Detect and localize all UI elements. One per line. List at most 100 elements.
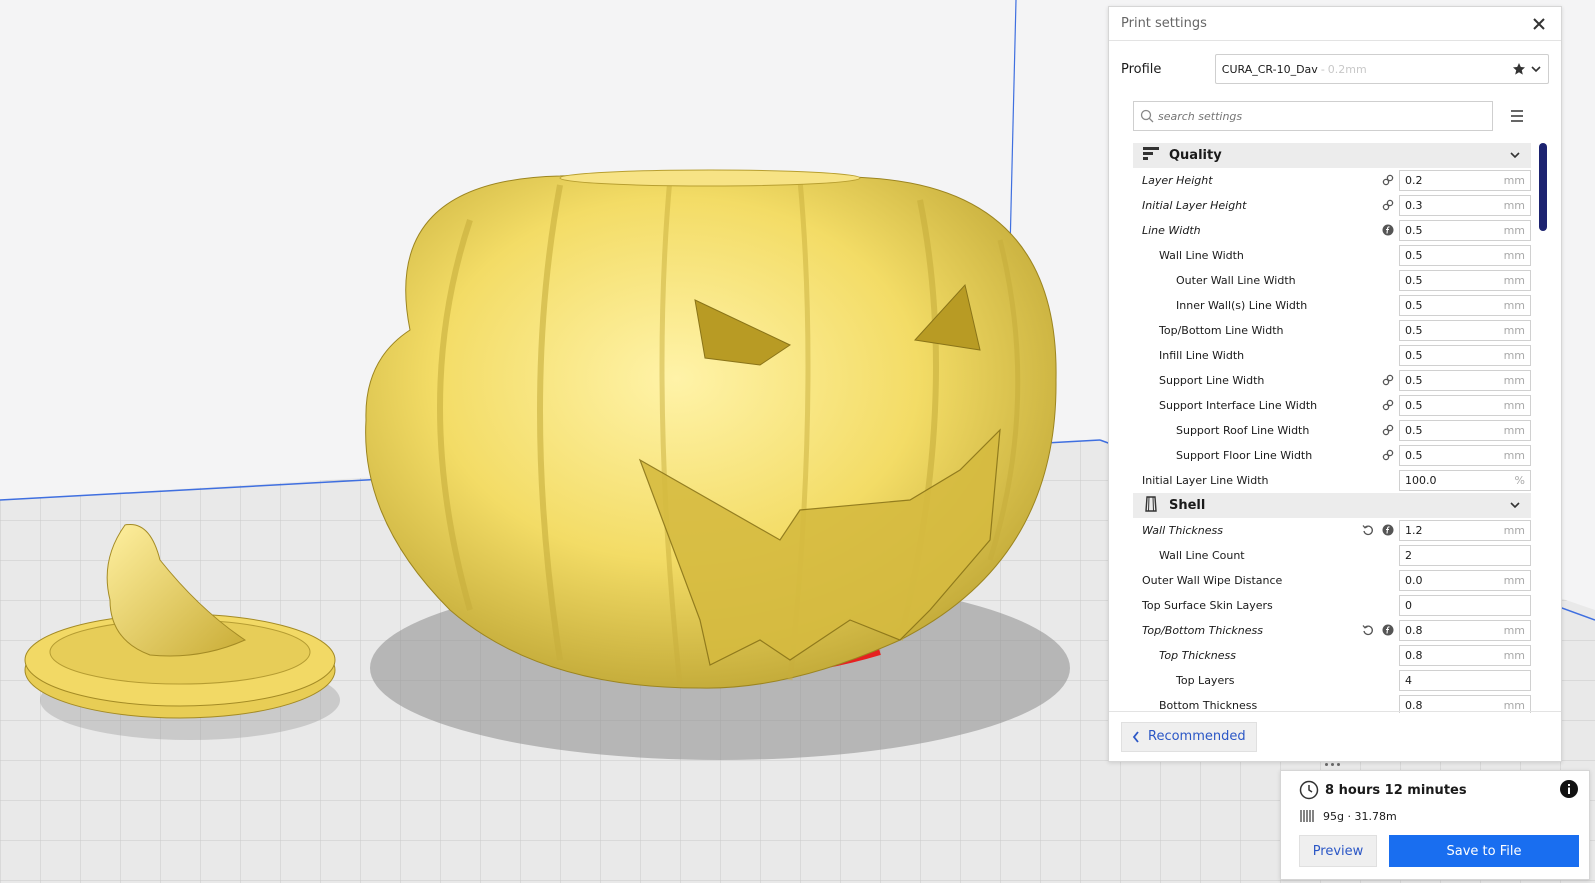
search-field[interactable] bbox=[1133, 101, 1493, 131]
clock-icon bbox=[1299, 780, 1319, 800]
setting-unit: mm bbox=[1503, 574, 1525, 587]
setting-value-input[interactable]: 0.5 mm bbox=[1399, 295, 1531, 316]
setting-row: Layer Height 0.2 mm bbox=[1133, 168, 1531, 193]
preview-button[interactable]: Preview bbox=[1299, 835, 1377, 867]
setting-unit: mm bbox=[1503, 349, 1525, 362]
info-icon[interactable] bbox=[1559, 779, 1579, 799]
setting-value-input[interactable]: 0.0 mm bbox=[1399, 570, 1531, 591]
setting-status-icons bbox=[1381, 198, 1395, 212]
setting-unit: mm bbox=[1503, 224, 1525, 237]
quality-icon bbox=[1143, 146, 1159, 165]
setting-row: Top/Bottom Thickness 0.8 mm bbox=[1133, 618, 1531, 643]
search-input[interactable] bbox=[1158, 109, 1478, 123]
reset-icon[interactable] bbox=[1361, 623, 1375, 637]
setting-value: 0.2 bbox=[1405, 174, 1423, 187]
setting-unit: mm bbox=[1503, 624, 1525, 637]
close-button[interactable] bbox=[1529, 14, 1549, 34]
star-icon[interactable] bbox=[1512, 62, 1526, 76]
link-icon bbox=[1381, 173, 1395, 187]
setting-row: Top Thickness 0.8 mm bbox=[1133, 643, 1531, 668]
setting-value-input[interactable]: 100.0% bbox=[1399, 470, 1531, 491]
profile-layer-height: 0.2mm bbox=[1327, 62, 1367, 76]
setting-value-input[interactable]: 0.5 mm bbox=[1399, 320, 1531, 341]
save-to-file-button[interactable]: Save to File bbox=[1389, 835, 1579, 867]
setting-value-input[interactable]: 0.5 mm bbox=[1399, 395, 1531, 416]
settings-scrollbar[interactable] bbox=[1539, 143, 1547, 713]
setting-row: Outer Wall Line Width 0.5 mm bbox=[1133, 268, 1531, 293]
setting-value-input[interactable]: 1.2 mm bbox=[1399, 520, 1531, 541]
material-estimate: 95g · 31.78m bbox=[1323, 809, 1397, 823]
setting-value: 0.5 bbox=[1405, 374, 1423, 387]
panel-resize-handle[interactable] bbox=[1325, 763, 1349, 769]
setting-row: Support Roof Line Width 0.5 mm bbox=[1133, 418, 1531, 443]
setting-row: Inner Wall(s) Line Width 0.5 mm bbox=[1133, 293, 1531, 318]
recommended-label: Recommended bbox=[1148, 729, 1246, 744]
setting-row: Initial Layer Line Width 100.0% bbox=[1133, 468, 1531, 493]
setting-value: 0.8 bbox=[1405, 624, 1423, 637]
setting-unit: % bbox=[1514, 474, 1525, 487]
setting-unit: mm bbox=[1503, 374, 1525, 387]
setting-row: Top/Bottom Line Width 0.5 mm bbox=[1133, 318, 1531, 343]
setting-row: Wall Thickness 1.2 mm bbox=[1133, 518, 1531, 543]
setting-value: 0.5 bbox=[1405, 424, 1423, 437]
setting-value: 0 bbox=[1405, 599, 1412, 612]
setting-row: Infill Line Width 0.5 mm bbox=[1133, 343, 1531, 368]
setting-value-input[interactable]: 0.5 mm bbox=[1399, 370, 1531, 391]
scrollbar-thumb[interactable] bbox=[1539, 143, 1547, 231]
setting-value-input[interactable]: 0.5 mm bbox=[1399, 270, 1531, 291]
setting-status-icons bbox=[1381, 423, 1395, 437]
setting-unit: mm bbox=[1503, 324, 1525, 337]
setting-unit: mm bbox=[1503, 524, 1525, 537]
profile-dropdown[interactable]: CURA_CR-10_Dav - 0.2mm bbox=[1214, 54, 1549, 84]
link-icon bbox=[1381, 423, 1395, 437]
filament-spool-icon bbox=[1300, 810, 1314, 822]
setting-value: 0.3 bbox=[1405, 199, 1423, 212]
setting-status-icons bbox=[1361, 523, 1395, 537]
setting-unit: mm bbox=[1503, 174, 1525, 187]
setting-row: Outer Wall Wipe Distance 0.0 mm bbox=[1133, 568, 1531, 593]
setting-value-input[interactable]: 0.2 mm bbox=[1399, 170, 1531, 191]
setting-unit: mm bbox=[1503, 649, 1525, 662]
setting-value: 0.5 bbox=[1405, 299, 1423, 312]
setting-value-input[interactable]: 0.5 mm bbox=[1399, 345, 1531, 366]
setting-value: 0.5 bbox=[1405, 324, 1423, 337]
recommended-button[interactable]: Recommended bbox=[1121, 721, 1257, 752]
setting-unit: mm bbox=[1503, 449, 1525, 462]
setting-value-input[interactable]: 0.5 mm bbox=[1399, 245, 1531, 266]
settings-visibility-menu-button[interactable] bbox=[1507, 106, 1527, 126]
setting-value-input[interactable]: 0.3 mm bbox=[1399, 195, 1531, 216]
category-header-shell[interactable]: Shell bbox=[1133, 493, 1531, 518]
setting-value: 0.5 bbox=[1405, 224, 1423, 237]
setting-value: 0.5 bbox=[1405, 449, 1423, 462]
settings-list[interactable]: Quality Layer Height 0.2 mm Initial Layer He… bbox=[1133, 143, 1531, 713]
category-header-quality[interactable]: Quality bbox=[1133, 143, 1531, 168]
setting-row: Wall Line Count 2 bbox=[1133, 543, 1531, 568]
material-row: 95g · 31.78m bbox=[1299, 807, 1397, 825]
setting-value: 4 bbox=[1405, 674, 1412, 687]
panel-title: Print settings bbox=[1121, 16, 1207, 31]
reset-icon[interactable] bbox=[1361, 523, 1375, 537]
setting-value-input[interactable]: 2 bbox=[1399, 545, 1531, 566]
setting-value-input[interactable]: 0.5 mm bbox=[1399, 420, 1531, 441]
setting-value: 100.0 bbox=[1405, 474, 1437, 487]
setting-value-input[interactable]: 4 bbox=[1399, 670, 1531, 691]
chevron-left-icon bbox=[1132, 730, 1139, 743]
setting-row: Wall Line Width 0.5 mm bbox=[1133, 243, 1531, 268]
hamburger-menu-icon bbox=[1511, 110, 1523, 122]
function-icon bbox=[1381, 623, 1395, 637]
setting-row: Line Width 0.5 mm bbox=[1133, 218, 1531, 243]
setting-value-input[interactable]: 0.8 mm bbox=[1399, 620, 1531, 641]
setting-value-input[interactable]: 0.8 mm bbox=[1399, 645, 1531, 666]
setting-unit: mm bbox=[1503, 399, 1525, 412]
setting-value-input[interactable]: 0 bbox=[1399, 595, 1531, 616]
chevron-down-icon bbox=[1509, 496, 1521, 515]
panel-footer: Recommended bbox=[1109, 711, 1561, 761]
setting-unit: mm bbox=[1503, 274, 1525, 287]
setting-value-input[interactable]: 0.5 mm bbox=[1399, 445, 1531, 466]
link-icon bbox=[1381, 398, 1395, 412]
setting-row: Support Line Width 0.5 mm bbox=[1133, 368, 1531, 393]
function-icon bbox=[1381, 523, 1395, 537]
function-icon bbox=[1381, 223, 1395, 237]
setting-value-input[interactable]: 0.5 mm bbox=[1399, 220, 1531, 241]
setting-unit: mm bbox=[1503, 424, 1525, 437]
